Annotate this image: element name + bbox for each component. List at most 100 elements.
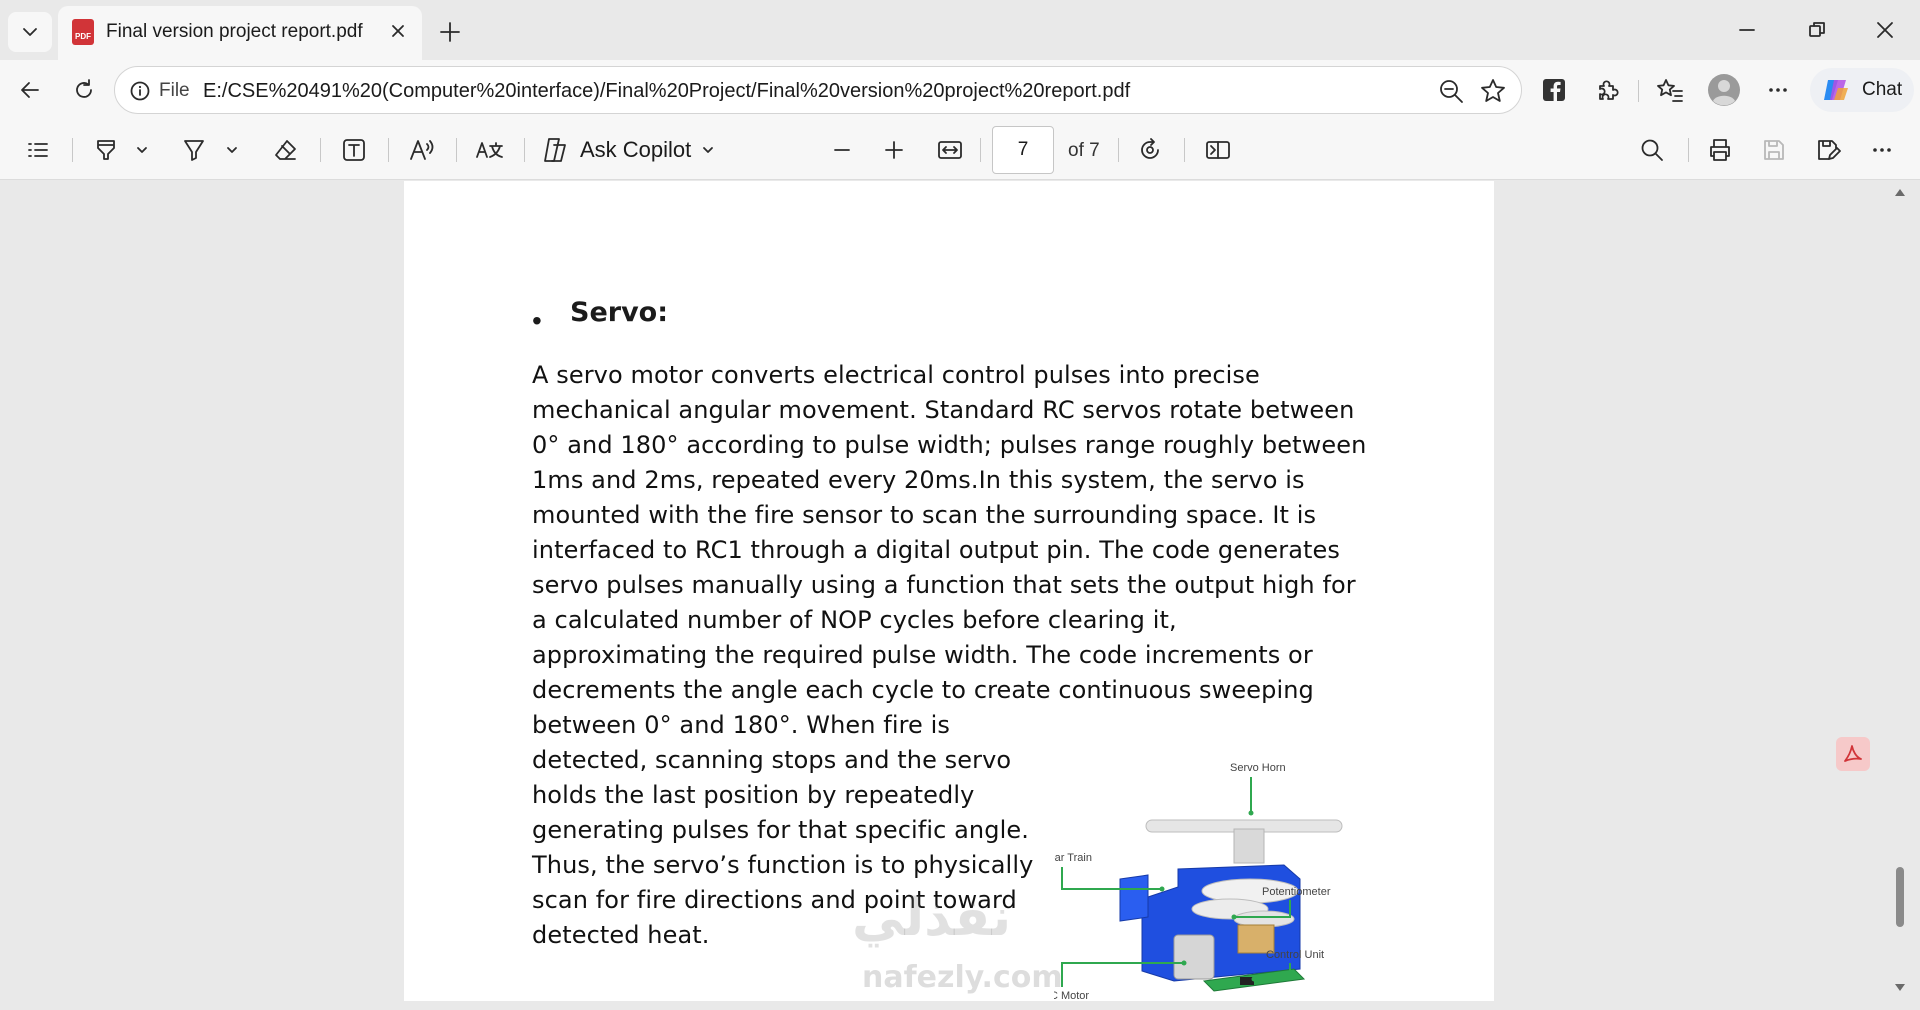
toolbar-divider	[1118, 138, 1119, 162]
tab-close-button[interactable]	[384, 17, 412, 45]
zoom-out-icon	[1440, 80, 1463, 103]
ask-copilot-button[interactable]: Ask Copilot	[540, 130, 715, 170]
draw-options-button[interactable]	[218, 130, 246, 170]
restore-button[interactable]	[1792, 10, 1842, 50]
plus-icon	[440, 22, 460, 42]
text-box-icon	[343, 139, 365, 161]
section-heading: Servo:	[570, 297, 669, 328]
contents-button[interactable]	[18, 130, 58, 170]
tab-strip: PDF Final version project report.pdf	[0, 0, 1920, 60]
draw-button[interactable]	[174, 130, 214, 170]
print-button[interactable]	[1700, 130, 1740, 170]
refresh-button[interactable]	[64, 70, 104, 110]
tab-title: Final version project report.pdf	[106, 21, 363, 42]
tab-active[interactable]: PDF Final version project report.pdf	[58, 6, 422, 60]
mounting-tab-shape	[1119, 874, 1149, 922]
figure-label-potentiometer: Potentiometer	[1262, 886, 1331, 898]
extensions-button[interactable]	[1588, 70, 1628, 110]
close-icon	[392, 25, 404, 37]
scroll-thumb[interactable]	[1896, 867, 1904, 927]
url-text[interactable]: E:/CSE%20491%20(Computer%20interface)/Fi…	[203, 80, 1130, 103]
ask-copilot-label: Ask Copilot	[580, 137, 692, 162]
new-tab-button[interactable]	[432, 14, 468, 50]
minus-icon	[834, 149, 850, 151]
save-button[interactable]	[1754, 130, 1794, 170]
printer-icon	[1710, 139, 1730, 161]
paragraph-line: 1ms and 2ms, repeated every 20ms.In this…	[532, 466, 1305, 494]
profile-button[interactable]	[1704, 70, 1744, 110]
pdf-viewport[interactable]: • Servo: A servo motor converts electric…	[0, 181, 1920, 1001]
address-bar[interactable]: File E:/CSE%20491%20(Computer%20interfac…	[114, 66, 1522, 114]
chevron-down-icon	[137, 147, 147, 153]
facebook-extension-button[interactable]	[1534, 70, 1574, 110]
toolbar-divider	[980, 138, 981, 162]
refresh-icon	[76, 79, 92, 98]
erase-button[interactable]	[266, 130, 306, 170]
save-as-icon	[1818, 140, 1841, 160]
more-pdf-options-button[interactable]	[1862, 130, 1902, 170]
address-scheme: File	[159, 80, 190, 101]
paragraph-line: approximating the required pulse width. …	[532, 641, 1313, 669]
callout-dot	[1159, 886, 1165, 892]
paragraph-line: servo pulses manually using a function t…	[532, 571, 1356, 599]
translate-icon	[476, 142, 503, 158]
copilot-outline-icon	[544, 138, 566, 162]
close-icon	[1877, 22, 1893, 38]
find-button[interactable]	[1632, 130, 1672, 170]
scroll-up-icon[interactable]	[1894, 187, 1906, 197]
acrobat-icon	[1844, 745, 1862, 762]
paragraph-line: mounted with the fire sensor to scan the…	[532, 501, 1317, 529]
zoom-button[interactable]	[1437, 77, 1465, 105]
paragraph-line: 0° and 180° according to pulse width; pu…	[532, 431, 1367, 459]
paragraph-line: holds the last position by repeatedly	[532, 781, 975, 809]
toolbar-divider	[456, 138, 457, 162]
fit-width-icon	[938, 141, 962, 159]
pdf-toolbar: Ask Copilot 7 of 7	[0, 120, 1920, 180]
favorite-button[interactable]	[1479, 77, 1507, 105]
save-as-button[interactable]	[1808, 130, 1848, 170]
add-text-button[interactable]	[334, 130, 374, 170]
close-window-button[interactable]	[1860, 10, 1910, 50]
highlight-button[interactable]	[86, 130, 126, 170]
read-aloud-button[interactable]	[402, 130, 442, 170]
page-count-label: of 7	[1068, 140, 1100, 161]
toolbar-divider	[1184, 138, 1185, 162]
read-aloud-icon	[410, 140, 434, 160]
back-arrow-icon	[21, 82, 39, 98]
two-page-icon	[1206, 141, 1230, 159]
info-icon[interactable]	[129, 80, 151, 102]
acrobat-button[interactable]	[1836, 737, 1870, 771]
copilot-icon	[1824, 80, 1848, 100]
scroll-down-icon[interactable]	[1894, 983, 1906, 993]
address-row: File E:/CSE%20491%20(Computer%20interfac…	[0, 60, 1920, 120]
copilot-chat-button[interactable]: Chat	[1810, 68, 1914, 112]
translate-button[interactable]	[470, 130, 510, 170]
minimize-button[interactable]	[1722, 10, 1772, 50]
paragraph-line: generating pulses for that specific angl…	[532, 816, 1029, 844]
page-number-input[interactable]: 7	[992, 126, 1054, 174]
plus-icon	[885, 141, 903, 159]
toolbar-divider	[388, 138, 389, 162]
callout-dot	[1231, 914, 1237, 920]
back-button[interactable]	[10, 70, 50, 110]
fit-to-page-button[interactable]	[930, 130, 970, 170]
page-view-button[interactable]	[1198, 130, 1238, 170]
tab-list-button[interactable]	[8, 12, 52, 52]
more-options-button[interactable]	[1758, 70, 1798, 110]
puzzle-icon	[1599, 80, 1619, 100]
pdf-file-icon: PDF	[72, 19, 94, 45]
vertical-scrollbar[interactable]	[1888, 181, 1912, 1001]
zoom-out-button[interactable]	[822, 130, 862, 170]
servo-diagram-figure: Servo Horn Gear Train Potentiometer Cont…	[1054, 762, 1343, 1001]
paragraph-line: decrements the angle each cycle to creat…	[532, 676, 1314, 704]
rotate-button[interactable]	[1130, 130, 1170, 170]
paragraph-line: Thus, the servo’s function is to physica…	[532, 851, 1034, 879]
favorites-list-icon	[1657, 79, 1683, 102]
watermark-arabic: نفذلي	[852, 888, 1012, 948]
zoom-in-button[interactable]	[874, 130, 914, 170]
highlight-options-button[interactable]	[128, 130, 156, 170]
toolbar-divider	[72, 138, 73, 162]
dc-motor-shape	[1173, 934, 1215, 980]
avatar-icon	[1708, 74, 1740, 106]
favorites-button[interactable]	[1650, 70, 1690, 110]
